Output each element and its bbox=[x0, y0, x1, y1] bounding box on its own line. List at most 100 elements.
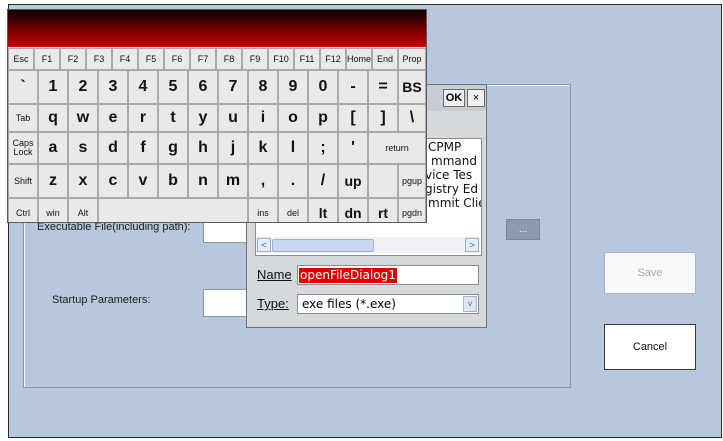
file-item[interactable]: mmand bbox=[431, 154, 477, 168]
cancel-button[interactable]: Cancel bbox=[604, 324, 696, 370]
key-6[interactable]: 6 bbox=[188, 70, 218, 104]
key-alt[interactable]: Alt bbox=[68, 198, 98, 222]
file-item[interactable]: mmit Clie bbox=[428, 196, 481, 210]
key-shift[interactable]: Shift bbox=[8, 164, 38, 198]
key-return[interactable]: return bbox=[368, 132, 426, 164]
key-f4[interactable]: F4 bbox=[112, 48, 138, 70]
key-d[interactable]: d bbox=[98, 132, 128, 164]
key-pgup[interactable]: pgup bbox=[398, 164, 426, 198]
scrollbar-thumb[interactable] bbox=[272, 239, 374, 252]
key-f11[interactable]: F11 bbox=[294, 48, 320, 70]
key-z[interactable]: z bbox=[38, 164, 68, 198]
key-n[interactable]: n bbox=[188, 164, 218, 198]
key-x[interactable]: x bbox=[68, 164, 98, 198]
startup-parameters-input[interactable] bbox=[203, 289, 251, 317]
key-f2[interactable]: F2 bbox=[60, 48, 86, 70]
key-t[interactable]: t bbox=[158, 104, 188, 132]
key-symbol[interactable]: ` bbox=[8, 70, 38, 104]
key-tab[interactable]: Tab bbox=[8, 104, 38, 132]
key-esc[interactable]: Esc bbox=[8, 48, 34, 70]
file-type-select[interactable]: exe files (*.exe) v bbox=[297, 294, 479, 314]
key-1[interactable]: 1 bbox=[38, 70, 68, 104]
key-symbol[interactable]: = bbox=[368, 70, 398, 104]
key-f[interactable]: f bbox=[128, 132, 158, 164]
key-l[interactable]: l bbox=[278, 132, 308, 164]
key-4[interactable]: 4 bbox=[128, 70, 158, 104]
key-r[interactable]: r bbox=[128, 104, 158, 132]
key-h[interactable]: h bbox=[188, 132, 218, 164]
key-c[interactable]: c bbox=[98, 164, 128, 198]
key-f5[interactable]: F5 bbox=[138, 48, 164, 70]
key-f8[interactable]: F8 bbox=[216, 48, 242, 70]
key-symbol[interactable]: , bbox=[248, 164, 278, 198]
dialog-ok-button[interactable]: OK bbox=[443, 89, 465, 107]
file-item[interactable]: CPMP bbox=[428, 140, 461, 154]
key-bs[interactable]: BS bbox=[398, 70, 426, 104]
key-k[interactable]: k bbox=[248, 132, 278, 164]
key-blank[interactable] bbox=[368, 164, 398, 198]
key-rt[interactable]: rt bbox=[368, 198, 398, 222]
key-o[interactable]: o bbox=[278, 104, 308, 132]
key-f9[interactable]: F9 bbox=[242, 48, 268, 70]
keyboard-titlebar[interactable] bbox=[8, 10, 426, 47]
key-symbol[interactable]: / bbox=[308, 164, 338, 198]
key-symbol[interactable]: . bbox=[278, 164, 308, 198]
key-8[interactable]: 8 bbox=[248, 70, 278, 104]
file-list-scrollbar[interactable]: < > bbox=[256, 237, 480, 253]
file-item[interactable]: gistry Ed bbox=[425, 182, 478, 196]
key-f3[interactable]: F3 bbox=[86, 48, 112, 70]
key-e[interactable]: e bbox=[98, 104, 128, 132]
key-j[interactable]: j bbox=[218, 132, 248, 164]
key-dn[interactable]: dn bbox=[338, 198, 368, 222]
key-ins[interactable]: ins bbox=[248, 198, 278, 222]
scroll-left-icon[interactable]: < bbox=[257, 238, 271, 252]
key-lt[interactable]: lt bbox=[308, 198, 338, 222]
key-3[interactable]: 3 bbox=[98, 70, 128, 104]
key-end[interactable]: End bbox=[372, 48, 398, 70]
key-symbol[interactable]: - bbox=[338, 70, 368, 104]
key-symbol[interactable]: [ bbox=[338, 104, 368, 132]
key-f1[interactable]: F1 bbox=[34, 48, 60, 70]
key-del[interactable]: del bbox=[278, 198, 308, 222]
key-up[interactable]: up bbox=[338, 164, 368, 198]
key-g[interactable]: g bbox=[158, 132, 188, 164]
key-f10[interactable]: F10 bbox=[268, 48, 294, 70]
key-symbol[interactable]: ; bbox=[308, 132, 338, 164]
key-v[interactable]: v bbox=[128, 164, 158, 198]
key-2[interactable]: 2 bbox=[68, 70, 98, 104]
key-space[interactable] bbox=[98, 198, 248, 222]
key-m[interactable]: m bbox=[218, 164, 248, 198]
key-9[interactable]: 9 bbox=[278, 70, 308, 104]
key-f6[interactable]: F6 bbox=[164, 48, 190, 70]
key-symbol[interactable]: \ bbox=[398, 104, 426, 132]
key-ctrl[interactable]: Ctrl bbox=[8, 198, 38, 222]
key-i[interactable]: i bbox=[248, 104, 278, 132]
key-5[interactable]: 5 bbox=[158, 70, 188, 104]
key-prop[interactable]: Prop bbox=[398, 48, 426, 70]
key-a[interactable]: a bbox=[38, 132, 68, 164]
key-u[interactable]: u bbox=[218, 104, 248, 132]
key-symbol[interactable]: ' bbox=[338, 132, 368, 164]
key-b[interactable]: b bbox=[158, 164, 188, 198]
file-item[interactable]: vice Tes bbox=[425, 168, 472, 182]
browse-button[interactable]: ... bbox=[506, 219, 540, 240]
key-q[interactable]: q bbox=[38, 104, 68, 132]
key-y[interactable]: y bbox=[188, 104, 218, 132]
key-w[interactable]: w bbox=[68, 104, 98, 132]
scroll-right-icon[interactable]: > bbox=[465, 238, 479, 252]
key-caps-lock[interactable]: Caps Lock bbox=[8, 132, 38, 164]
dialog-close-button[interactable]: × bbox=[467, 89, 485, 107]
key-7[interactable]: 7 bbox=[218, 70, 248, 104]
key-s[interactable]: s bbox=[68, 132, 98, 164]
file-name-input[interactable]: openFileDialog1 bbox=[297, 265, 479, 285]
key-home[interactable]: Home bbox=[346, 48, 372, 70]
key-pgdn[interactable]: pgdn bbox=[398, 198, 426, 222]
key-f7[interactable]: F7 bbox=[190, 48, 216, 70]
key-p[interactable]: p bbox=[308, 104, 338, 132]
key-0[interactable]: 0 bbox=[308, 70, 338, 104]
key-symbol[interactable]: ] bbox=[368, 104, 398, 132]
chevron-down-icon[interactable]: v bbox=[463, 296, 477, 312]
save-button[interactable]: Save bbox=[604, 252, 696, 294]
key-f12[interactable]: F12 bbox=[320, 48, 346, 70]
key-win[interactable]: win bbox=[38, 198, 68, 222]
